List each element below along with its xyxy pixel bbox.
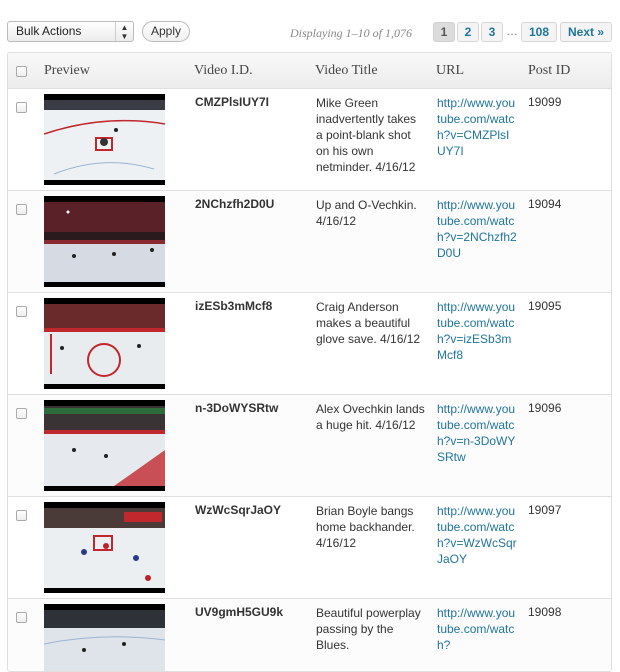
- video-id: UV9gmH5GU9k: [195, 605, 284, 619]
- video-thumbnail[interactable]: [44, 604, 165, 671]
- video-id: n-3DoWYSRtw: [195, 401, 279, 415]
- last-page-button[interactable]: 108: [521, 22, 557, 42]
- pagination-ellipsis: …: [506, 24, 518, 38]
- table-row: WzWcSqrJaOY Brian Boyle bangs home backh…: [8, 497, 611, 599]
- row-checkbox[interactable]: [16, 408, 27, 419]
- column-url[interactable]: URL: [436, 63, 464, 79]
- page-3-button[interactable]: 3: [481, 22, 503, 42]
- table-row: izESb3mMcf8 Craig Anderson makes a beaut…: [8, 293, 611, 395]
- post-id: 19097: [528, 503, 562, 517]
- displaying-count: Displaying 1–10 of 1,076: [290, 26, 412, 40]
- select-all-checkbox[interactable]: [16, 66, 27, 77]
- tablenav-top: Bulk Actions ▲ ▼ Apply Displaying 1–10 of…: [0, 0, 620, 44]
- video-title: Alex Ovechkin lands a huge hit. 4/16/12: [316, 402, 425, 432]
- post-id: 19098: [528, 605, 562, 619]
- table-row: 2NChzfh2D0U Up and O-Vechkin. 4/16/12 ht…: [8, 191, 611, 293]
- video-id: WzWcSqrJaOY: [195, 503, 282, 517]
- page-2-button[interactable]: 2: [457, 22, 479, 42]
- row-checkbox[interactable]: [16, 510, 27, 521]
- video-title: Brian Boyle bangs home backhander. 4/16/…: [316, 504, 415, 550]
- video-url-link[interactable]: http://www.youtube.com/watch?v=CMZPlsIUY…: [437, 95, 517, 159]
- video-url-link[interactable]: http://www.youtube.com/watch?: [437, 605, 517, 653]
- video-url-link[interactable]: http://www.youtube.com/watch?v=izESb3mMc…: [437, 299, 517, 363]
- column-video-title[interactable]: Video Title: [315, 63, 378, 79]
- row-checkbox[interactable]: [16, 204, 27, 215]
- next-page-button[interactable]: Next »: [560, 22, 612, 42]
- video-title: Mike Green inadvertently takes a point-b…: [316, 96, 417, 174]
- video-id: CMZPlsIUY7I: [195, 95, 270, 109]
- bulk-actions-label: Bulk Actions: [16, 24, 82, 38]
- post-id: 19095: [528, 299, 562, 313]
- video-id: izESb3mMcf8: [195, 299, 273, 313]
- table-row: n-3DoWYSRtw Alex Ovechkin lands a huge h…: [8, 395, 611, 497]
- post-id: 19094: [528, 197, 562, 211]
- column-preview[interactable]: Preview: [44, 63, 90, 79]
- page-1-button[interactable]: 1: [433, 22, 455, 42]
- column-video-id[interactable]: Video I.D.: [194, 63, 253, 79]
- table-row: UV9gmH5GU9k Beautiful powerplay passing …: [8, 599, 611, 671]
- table-header: Preview Video I.D. Video Title URL Post …: [8, 53, 611, 89]
- table-row: CMZPlsIUY7I Mike Green inadvertently tak…: [8, 89, 611, 191]
- video-thumbnail[interactable]: [44, 502, 165, 593]
- video-url-link[interactable]: http://www.youtube.com/watch?v=n-3DoWYSR…: [437, 401, 517, 465]
- bulk-actions-select[interactable]: Bulk Actions ▲ ▼: [7, 21, 134, 42]
- video-title: Craig Anderson makes a beautiful glove s…: [316, 300, 421, 346]
- row-checkbox[interactable]: [16, 102, 27, 113]
- video-title: Beautiful powerplay passing by the Blues…: [316, 606, 421, 652]
- video-id: 2NChzfh2D0U: [195, 197, 275, 211]
- post-id: 19096: [528, 401, 562, 415]
- post-id: 19099: [528, 95, 562, 109]
- videos-table: Preview Video I.D. Video Title URL Post …: [7, 52, 612, 672]
- row-checkbox[interactable]: [16, 612, 27, 623]
- apply-button[interactable]: Apply: [142, 21, 190, 42]
- video-title: Up and O-Vechkin. 4/16/12: [316, 198, 417, 228]
- video-url-link[interactable]: http://www.youtube.com/watch?v=2NChzfh2D…: [437, 197, 517, 261]
- row-checkbox[interactable]: [16, 306, 27, 317]
- video-thumbnail[interactable]: [44, 196, 165, 287]
- video-thumbnail[interactable]: [44, 298, 165, 389]
- video-url-link[interactable]: http://www.youtube.com/watch?v=WzWcSqrJa…: [437, 503, 517, 567]
- column-post-id[interactable]: Post ID: [528, 63, 570, 79]
- video-thumbnail[interactable]: [44, 94, 165, 185]
- video-thumbnail[interactable]: [44, 400, 165, 491]
- select-arrows-icon: ▲ ▼: [115, 22, 133, 41]
